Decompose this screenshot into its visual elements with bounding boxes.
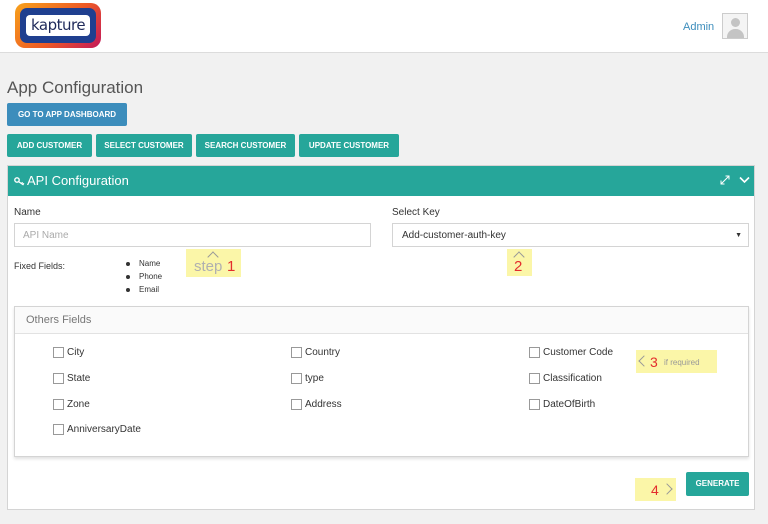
fixed-field-name: Name [126, 259, 162, 272]
caret-down-icon: ▼ [735, 232, 742, 239]
panel-header: API Configuration [8, 166, 754, 196]
checkbox-label: Classification [543, 373, 602, 384]
fixed-field-phone: Phone [126, 272, 162, 285]
go-to-app-dashboard-button[interactable]: GO TO APP DASHBOARD [7, 103, 127, 126]
caret-left-icon [638, 355, 650, 367]
others-fields-header: Others Fields [15, 307, 748, 334]
fixed-fields-label: Fixed Fields: [14, 261, 66, 271]
top-bar: kapture Admin [0, 0, 768, 53]
fixed-fields-list: Name Phone Email [126, 259, 162, 298]
checkbox-box[interactable] [53, 424, 64, 435]
checkbox-box[interactable] [53, 373, 64, 384]
checkbox-label: DateOfBirth [543, 399, 596, 410]
others-fields-title: Others Fields [26, 314, 92, 326]
checkbox-box[interactable] [529, 347, 540, 358]
step-4-note: 4 [635, 478, 676, 501]
caret-right-icon [661, 483, 673, 495]
select-key-label: Select Key [392, 207, 440, 218]
step-3-number: 3 [650, 354, 658, 370]
api-configuration-panel: API Configuration Name Select Key Add-cu… [7, 165, 755, 510]
select-customer-button[interactable]: SELECT CUSTOMER [96, 134, 192, 157]
api-name-input[interactable] [14, 223, 371, 247]
select-key-value: Add-customer-auth-key [402, 230, 506, 241]
step-2-note: 2 [507, 249, 532, 276]
search-customer-button[interactable]: SEARCH CUSTOMER [196, 134, 295, 157]
others-fields-box: Others Fields City Country Customer Code… [14, 306, 749, 457]
select-key-dropdown[interactable]: Add-customer-auth-key ▼ [392, 223, 749, 247]
page-title: App Configuration [7, 78, 144, 97]
checkbox-label: City [67, 347, 85, 358]
checkbox-box[interactable] [53, 347, 64, 358]
checkbox-label: AnniversaryDate [67, 424, 141, 435]
checkbox-label: State [67, 373, 91, 384]
checkbox-label: Country [305, 347, 341, 358]
checkbox-box[interactable] [291, 373, 302, 384]
fixed-field-email: Email [126, 285, 162, 298]
checkbox-label: Zone [67, 399, 90, 410]
update-customer-button[interactable]: UPDATE CUSTOMER [299, 134, 399, 157]
checkbox-box[interactable] [529, 373, 540, 384]
expand-icon[interactable] [720, 175, 730, 185]
kapture-logo[interactable]: kapture [15, 3, 101, 48]
step-3-note: 3 if required [636, 350, 717, 373]
chevron-down-icon[interactable] [739, 176, 750, 184]
checkbox-label: Customer Code [543, 347, 614, 358]
name-label: Name [14, 207, 41, 218]
checkbox-label: Address [305, 399, 342, 410]
checkbox-box[interactable] [291, 399, 302, 410]
step-2-number: 2 [514, 258, 523, 275]
avatar-head [731, 18, 740, 27]
key-icon [14, 177, 25, 186]
generate-button[interactable]: GENERATE [686, 472, 749, 496]
logo-text: kapture [26, 15, 90, 36]
step-1-word: step [194, 258, 223, 275]
user-avatar-icon[interactable] [722, 13, 748, 39]
logo-inner: kapture [20, 8, 96, 43]
step-1-number: 1 [227, 258, 236, 275]
avatar-body [727, 29, 744, 38]
checkbox-box[interactable] [53, 399, 64, 410]
add-customer-button[interactable]: ADD CUSTOMER [7, 134, 92, 157]
step-3-if-required: if required [664, 358, 700, 367]
checkbox-label: type [305, 373, 324, 384]
step-4-number: 4 [651, 482, 659, 498]
checkbox-box[interactable] [291, 347, 302, 358]
checkbox-box[interactable] [529, 399, 540, 410]
user-name[interactable]: Admin [683, 21, 714, 33]
panel-title: API Configuration [27, 173, 129, 188]
step-1-note: step 1 [186, 249, 241, 277]
